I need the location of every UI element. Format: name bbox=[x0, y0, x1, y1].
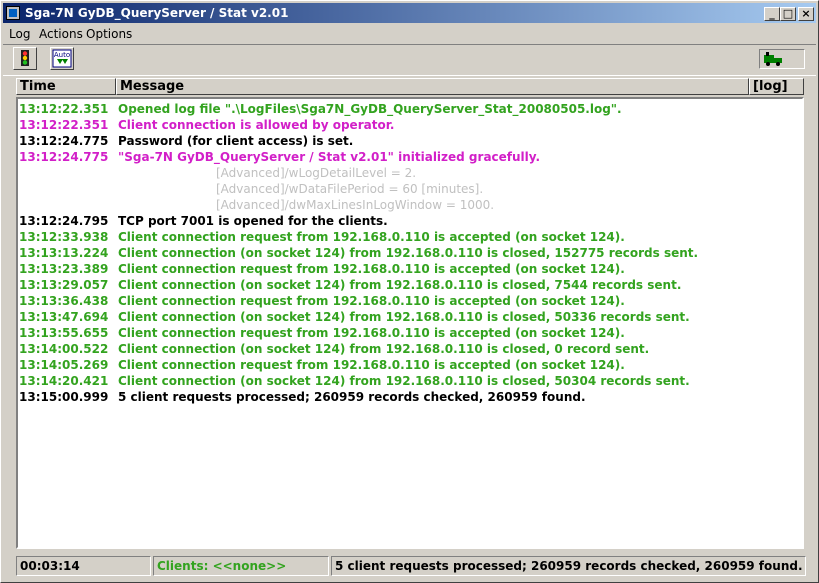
app-icon[interactable] bbox=[6, 6, 20, 20]
connection-indicator bbox=[759, 49, 805, 69]
log-message: TCP port 7001 is opened for the clients. bbox=[118, 214, 388, 228]
log-message: 5 client requests processed; 260959 reco… bbox=[118, 390, 586, 404]
log-message: [Advanced]/wLogDetailLevel = 2. bbox=[216, 166, 417, 180]
maximize-button[interactable]: □ bbox=[780, 7, 796, 21]
log-time: 13:14:20.421 bbox=[19, 374, 109, 388]
log-message: Client connection (on socket 124) from 1… bbox=[118, 246, 699, 260]
log-list[interactable]: 13:12:22.351 Opened log file ".\LogFiles\… bbox=[16, 97, 804, 549]
menu-actions[interactable]: Actions bbox=[39, 27, 83, 41]
log-time: 13:13:36.438 bbox=[19, 294, 109, 308]
log-time: 13:14:05.269 bbox=[19, 358, 109, 372]
log-message: [Advanced]/wDataFilePeriod = 60 [minutes… bbox=[216, 182, 484, 196]
menu-log[interactable]: Log bbox=[9, 27, 30, 41]
log-time: 13:12:22.351 bbox=[19, 118, 109, 132]
traffic-light-icon bbox=[21, 50, 29, 66]
summary-status: 5 client requests processed; 260959 reco… bbox=[331, 556, 806, 576]
log-message: Client connection (on socket 124) from 1… bbox=[118, 310, 690, 324]
log-time: 13:12:24.775 bbox=[19, 150, 109, 164]
log-message: Client connection (on socket 124) from 1… bbox=[118, 278, 682, 292]
toolbar: Auto bbox=[3, 44, 816, 76]
window-title: Sga-7N GyDB_QueryServer / Stat v2.01 bbox=[25, 6, 289, 20]
log-time: 13:12:24.775 bbox=[19, 134, 109, 148]
auto-download-icon: Auto bbox=[52, 49, 72, 68]
log-time: 13:12:33.938 bbox=[19, 230, 109, 244]
engine-icon bbox=[764, 52, 782, 66]
column-message[interactable]: Message bbox=[116, 78, 749, 95]
log-message: "Sga-7N GyDB_QueryServer / Stat v2.01" i… bbox=[118, 150, 541, 164]
log-message: Client connection request from 192.168.0… bbox=[118, 230, 625, 244]
minimize-button[interactable]: _ bbox=[764, 7, 780, 21]
log-message: [Advanced]/dwMaxLinesInLogWindow = 1000. bbox=[216, 198, 495, 212]
log-header: Time Message [log] bbox=[16, 78, 804, 97]
log-time: 13:13:47.694 bbox=[19, 310, 109, 324]
log-message: Client connection (on socket 124) from 1… bbox=[118, 374, 690, 388]
log-time: 13:13:13.224 bbox=[19, 246, 109, 260]
log-message: Client connection (on socket 124) from 1… bbox=[118, 342, 650, 356]
svg-text:Auto: Auto bbox=[54, 51, 70, 59]
elapsed-time: 00:03:14 bbox=[16, 556, 151, 576]
title-bar[interactable]: Sga-7N GyDB_QueryServer / Stat v2.01 _ □… bbox=[3, 3, 816, 23]
status-bar: 00:03:14 Clients: <<none>> 5 client requ… bbox=[16, 556, 806, 578]
log-message: Password (for client access) is set. bbox=[118, 134, 354, 148]
clients-status: Clients: <<none>> bbox=[153, 556, 329, 576]
menu-bar: Log Actions Options bbox=[3, 25, 816, 43]
log-time: 13:12:22.351 bbox=[19, 102, 109, 116]
log-time: 13:14:00.522 bbox=[19, 342, 109, 356]
log-message: Client connection request from 192.168.0… bbox=[118, 262, 625, 276]
close-button[interactable]: × bbox=[798, 7, 814, 21]
column-log[interactable]: [log] bbox=[749, 78, 804, 95]
traffic-light-button[interactable] bbox=[13, 47, 37, 70]
log-time: 13:13:23.389 bbox=[19, 262, 109, 276]
main-window: Sga-7N GyDB_QueryServer / Stat v2.01 _ □… bbox=[0, 0, 819, 583]
log-time: 13:13:29.057 bbox=[19, 278, 109, 292]
log-message: Client connection request from 192.168.0… bbox=[118, 326, 625, 340]
column-time[interactable]: Time bbox=[16, 78, 116, 95]
menu-options[interactable]: Options bbox=[86, 27, 132, 41]
log-time: 13:13:55.655 bbox=[19, 326, 109, 340]
log-message: Client connection is allowed by operator… bbox=[118, 118, 395, 132]
log-message: Client connection request from 192.168.0… bbox=[118, 294, 625, 308]
auto-download-button[interactable]: Auto bbox=[50, 47, 74, 70]
log-time: 13:15:00.999 bbox=[19, 390, 109, 404]
log-message: Opened log file ".\LogFiles\Sga7N_GyDB_Q… bbox=[118, 102, 622, 116]
log-message: Client connection request from 192.168.0… bbox=[118, 358, 625, 372]
log-time: 13:12:24.795 bbox=[19, 214, 109, 228]
